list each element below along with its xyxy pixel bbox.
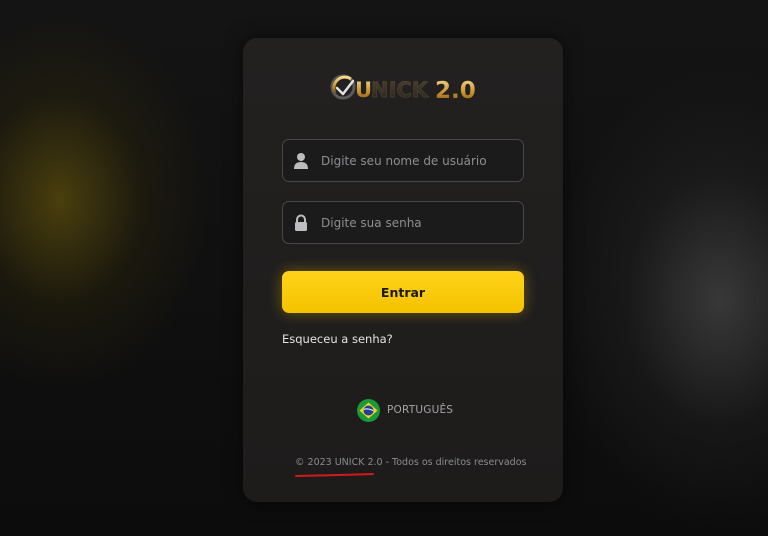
copyright-brand: © 2023 UNICK 2.0 — [295, 457, 383, 468]
logo-text-nick: NICK — [371, 78, 429, 102]
brazil-flag-icon — [357, 398, 380, 422]
logo-text-u: U — [355, 78, 372, 102]
username-field[interactable] — [282, 139, 524, 182]
language-label: PORTUGUÊS — [387, 404, 454, 416]
language-selector[interactable]: PORTUGUÊS — [357, 398, 453, 422]
lock-icon — [293, 214, 309, 232]
login-card: U NICK 2.0 Entrar Esqueceu a senha? — [243, 38, 563, 502]
forgot-password-link[interactable]: Esqueceu a senha? — [282, 332, 393, 346]
username-input[interactable] — [321, 140, 517, 181]
password-input[interactable] — [321, 202, 517, 243]
logo-text-version: 2.0 — [435, 78, 476, 104]
login-button[interactable]: Entrar — [282, 271, 524, 313]
unick-logo: U NICK 2.0 — [329, 71, 479, 105]
password-field[interactable] — [282, 201, 524, 244]
red-underline-annotation — [295, 473, 374, 477]
logo-emblem-icon — [330, 74, 356, 100]
copyright-footer: © 2023 UNICK 2.0 - Todos os direitos res… — [295, 457, 526, 468]
copyright-text: - Todos os direitos reservados — [382, 457, 527, 468]
user-icon — [293, 152, 309, 170]
